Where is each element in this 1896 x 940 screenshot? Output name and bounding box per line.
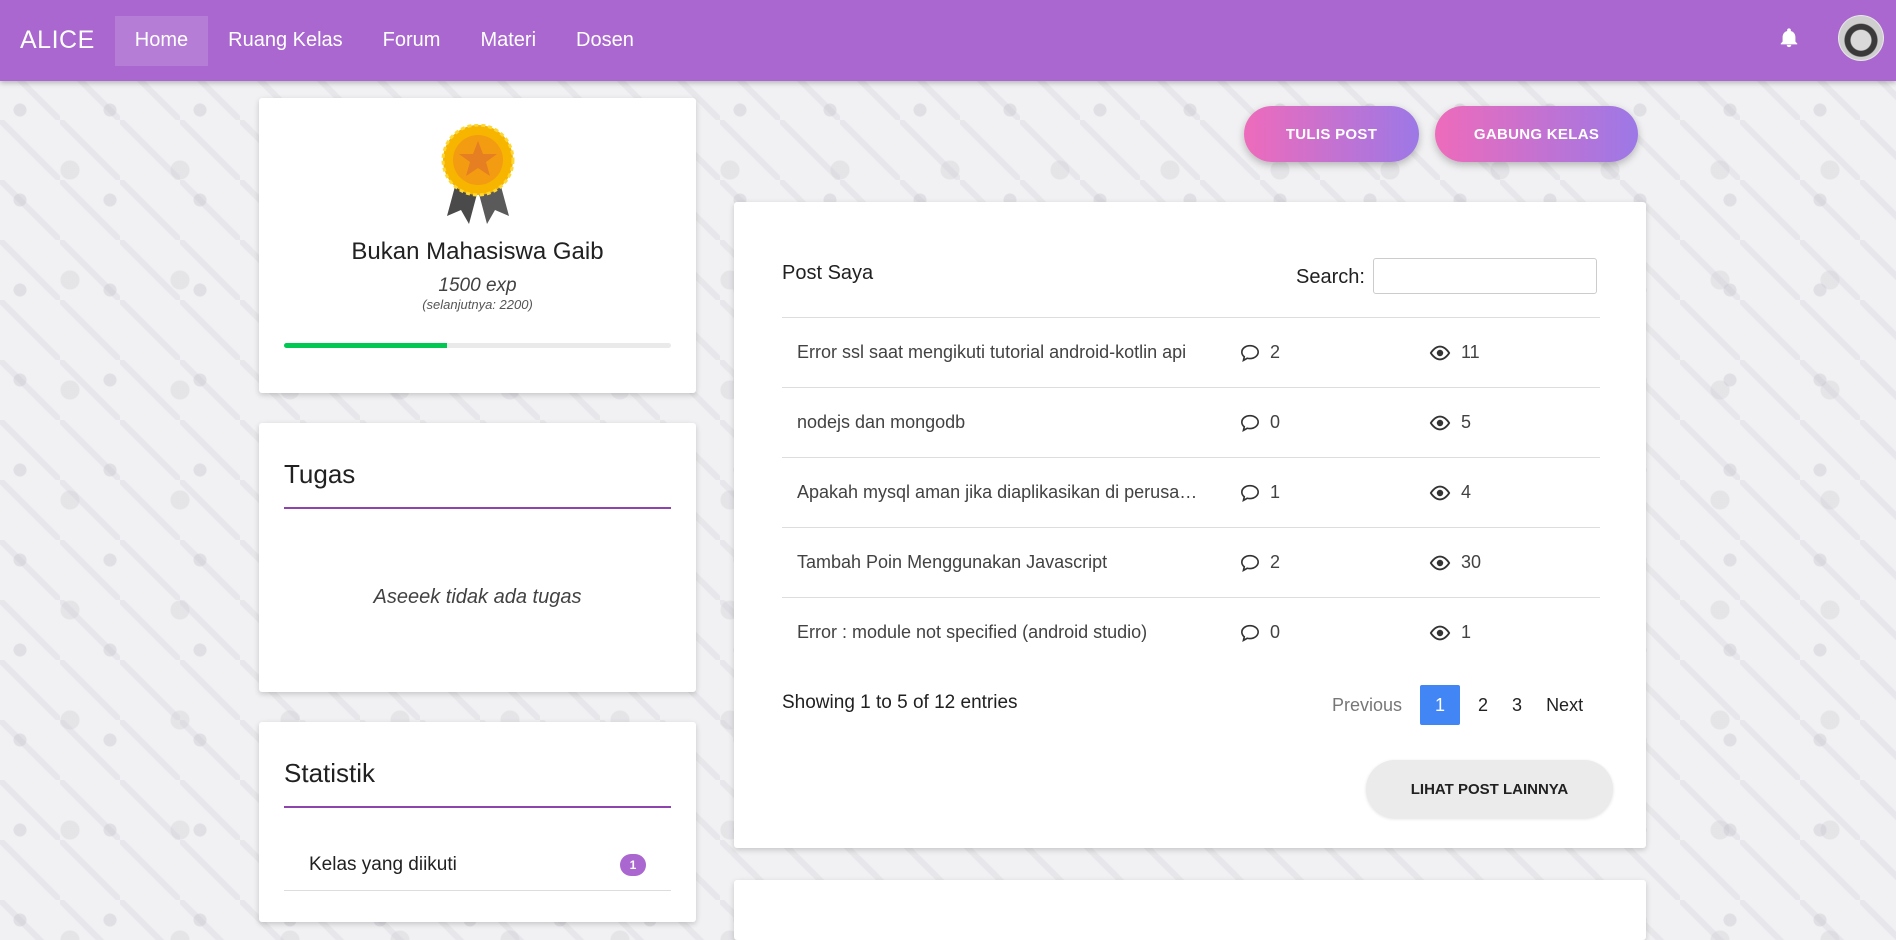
comment-icon	[1240, 414, 1260, 432]
nav-dosen[interactable]: Dosen	[556, 16, 654, 66]
pagination: Previous 1 2 3 Next	[1320, 685, 1595, 725]
medal-icon	[441, 123, 515, 231]
lihat-post-lainnya-button[interactable]: LIHAT POST LAINNYA	[1366, 760, 1613, 818]
table-row[interactable]: Error ssl saat mengikuti tutorial androi…	[782, 318, 1600, 388]
comments-value: 2	[1270, 342, 1281, 362]
nav-materi[interactable]: Materi	[460, 16, 556, 66]
statistik-title: Statistik	[284, 758, 376, 788]
comments-count: 1	[1240, 482, 1280, 503]
views-count: 4	[1429, 482, 1471, 503]
comments-value: 0	[1270, 412, 1281, 432]
statistik-card: Statistik Kelas yang diikuti 1	[259, 722, 696, 922]
post-title[interactable]: Error : module not specified (android st…	[797, 622, 1205, 643]
nav-forum[interactable]: Forum	[363, 16, 461, 66]
nav-ruang-kelas[interactable]: Ruang Kelas	[208, 16, 363, 66]
search-label: Search:	[1296, 266, 1365, 288]
bell-icon[interactable]	[1778, 27, 1800, 49]
comment-icon	[1240, 484, 1260, 502]
tugas-empty-message: Aseeek tidak ada tugas	[373, 586, 582, 608]
views-count: 11	[1429, 342, 1480, 363]
table-row[interactable]: Error : module not specified (android st…	[782, 598, 1600, 667]
pagination-page-3[interactable]: 3	[1500, 685, 1534, 725]
top-navbar: ALICE Home Ruang Kelas Forum Materi Dose…	[0, 0, 1896, 81]
eye-icon	[1429, 415, 1451, 431]
exp-progress-fill	[284, 343, 447, 348]
comments-value: 1	[1270, 482, 1281, 502]
tugas-title: Tugas	[284, 459, 356, 489]
count-badge: 1	[620, 854, 646, 876]
comments-count: 0	[1240, 622, 1280, 643]
comment-icon	[1240, 624, 1260, 642]
rank-title: Bukan Mahasiswa Gaib	[351, 238, 604, 265]
tulis-post-button[interactable]: TULIS POST	[1244, 106, 1419, 162]
exp-progress-bar	[284, 343, 671, 348]
user-avatar[interactable]	[1838, 15, 1884, 61]
views-value: 4	[1461, 482, 1472, 502]
stat-label: Kelas yang diikuti	[309, 854, 457, 875]
eye-icon	[1429, 485, 1451, 501]
stat-row-kelas[interactable]: Kelas yang diikuti 1	[284, 840, 671, 891]
next-level-exp: (selanjutnya: 2200)	[422, 297, 533, 312]
tugas-card: Tugas Aseeek tidak ada tugas	[259, 423, 696, 692]
tugas-divider	[284, 507, 671, 509]
views-count: 5	[1429, 412, 1471, 433]
comment-icon	[1240, 344, 1260, 362]
comments-value: 2	[1270, 552, 1281, 572]
comments-count: 2	[1240, 342, 1280, 363]
post-title[interactable]: Apakah mysql aman jika diaplikasikan di …	[797, 482, 1205, 503]
pagination-next[interactable]: Next	[1534, 685, 1595, 725]
comments-value: 0	[1270, 622, 1281, 642]
pagination-page-2[interactable]: 2	[1466, 685, 1500, 725]
comments-count: 2	[1240, 552, 1280, 573]
entries-info: Showing 1 to 5 of 12 entries	[782, 692, 1018, 713]
table-row[interactable]: nodejs dan mongodb 0 5	[782, 388, 1600, 458]
views-value: 1	[1461, 622, 1472, 642]
posts-title: Post Saya	[782, 262, 874, 284]
brand-logo[interactable]: ALICE	[20, 26, 95, 55]
next-card-partial	[734, 880, 1646, 940]
nav-home[interactable]: Home	[114, 15, 209, 66]
pagination-previous[interactable]: Previous	[1320, 685, 1414, 725]
table-row[interactable]: Apakah mysql aman jika diaplikasikan di …	[782, 458, 1600, 528]
post-title[interactable]: Tambah Poin Menggunakan Javascript	[797, 552, 1205, 573]
views-value: 11	[1461, 342, 1480, 362]
search-input[interactable]	[1373, 258, 1597, 294]
comments-count: 0	[1240, 412, 1280, 433]
profile-card: Bukan Mahasiswa Gaib 1500 exp (selanjutn…	[259, 98, 696, 393]
post-title[interactable]: nodejs dan mongodb	[797, 412, 1205, 433]
comment-icon	[1240, 554, 1260, 572]
exp-value: 1500 exp	[438, 275, 517, 296]
eye-icon	[1429, 555, 1451, 571]
post-title[interactable]: Error ssl saat mengikuti tutorial androi…	[797, 342, 1205, 363]
pagination-page-1[interactable]: 1	[1420, 685, 1461, 725]
views-value: 5	[1461, 412, 1472, 432]
gabung-kelas-button[interactable]: GABUNG KELAS	[1435, 106, 1638, 162]
eye-icon	[1429, 625, 1451, 641]
my-posts-card: Post Saya Search: Error ssl saat mengiku…	[734, 202, 1646, 848]
views-count: 1	[1429, 622, 1471, 643]
posts-table: Error ssl saat mengikuti tutorial androi…	[782, 317, 1600, 667]
table-row[interactable]: Tambah Poin Menggunakan Javascript 2 30	[782, 528, 1600, 598]
eye-icon	[1429, 345, 1451, 361]
views-count: 30	[1429, 552, 1481, 573]
views-value: 30	[1461, 552, 1482, 572]
statistik-divider	[284, 806, 671, 808]
